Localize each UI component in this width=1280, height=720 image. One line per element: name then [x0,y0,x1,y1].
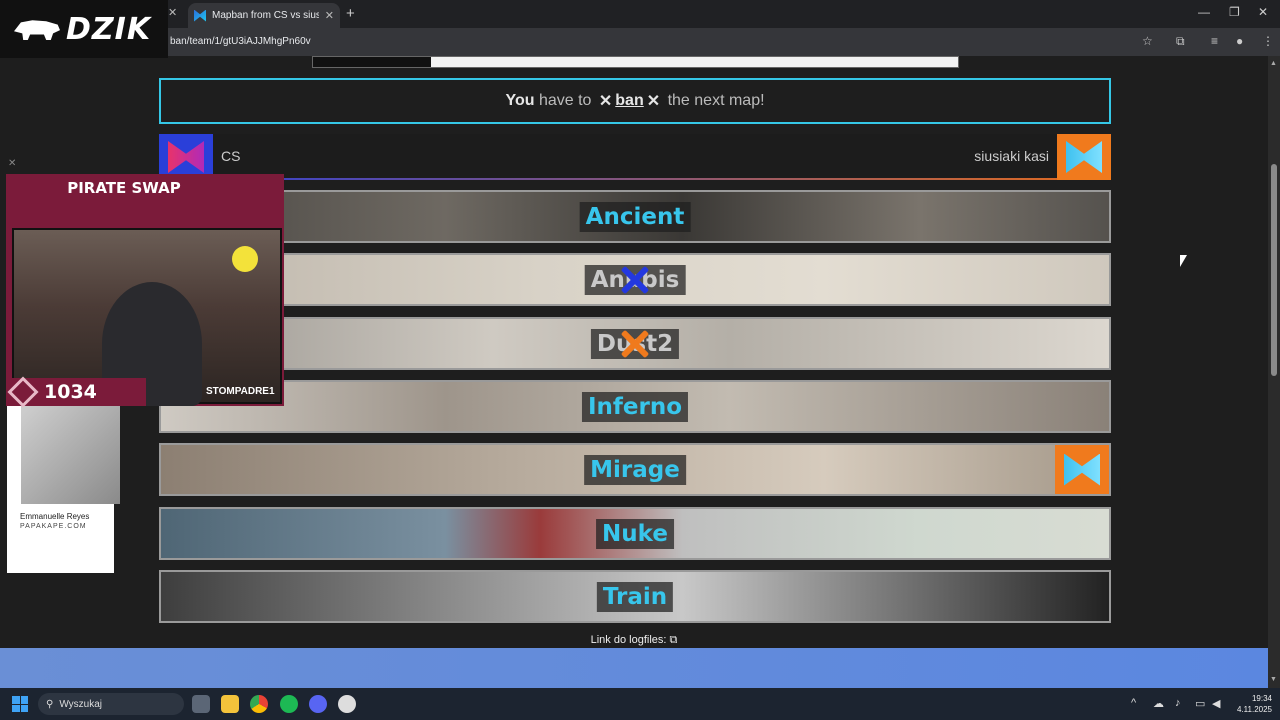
search-placeholder: Wyszukaj [59,698,103,710]
x-mark-icon: ✕ [598,93,613,110]
browser-tabbar: ✕ Mapban from CS vs siusiaki kasi ✕ + — … [0,0,1280,28]
new-tab-icon[interactable]: + [346,5,355,22]
minimize-icon[interactable]: — [1198,5,1210,19]
windows-taskbar: ⚲ Wyszukaj ^ ☁ ♪ ▭ ◀ 19:34 4.11.2025 [0,688,1280,720]
tab-title: Mapban from CS vs siusiaki kasi [212,10,319,21]
notice-action: ban [615,92,644,109]
boar-icon [14,20,60,40]
ad-card[interactable]: Emmanuelle Reyes PAPAKAPE.COM [7,406,120,573]
team-logo-icon [1066,141,1102,173]
teams-header: CS siusiaki kasi [159,134,1111,180]
map-name: Nuke [596,518,674,549]
ban-cross-icon [620,265,650,295]
extensions-icon[interactable]: ⧉ [1176,34,1185,49]
scroll-down-icon[interactable]: ▼ [1270,676,1277,683]
bookmark-star-icon[interactable]: ☆ [1142,34,1153,48]
team-left-name: CS [221,148,241,164]
taskbar-clock[interactable]: 19:34 4.11.2025 [1230,693,1272,715]
scrollbar-thumb[interactable] [1271,164,1277,376]
site-favicon-icon [194,9,206,22]
decoration-ball [232,246,258,272]
notice-have-to: have to [534,92,596,109]
mouse-cursor-icon [1180,255,1187,267]
close-icon[interactable]: ✕ [168,6,177,19]
counter-value: 1034 [44,381,97,403]
microphone-icon[interactable]: ♪ [1175,697,1181,709]
taskbar-search[interactable]: ⚲ Wyszukaj [38,693,184,715]
restore-icon[interactable]: ❐ [1229,5,1240,19]
cloud-icon[interactable]: ☁ [1153,697,1164,710]
tab-close-icon[interactable]: ✕ [325,9,334,22]
ad-site: PAPAKAPE.COM [20,523,87,530]
media-icon[interactable]: ≡ [1211,34,1218,48]
x-mark-icon: ✕ [646,93,661,110]
discord-icon[interactable] [309,695,327,713]
turn-notice: You have to ✕ ban ✕ the next map! [159,78,1111,124]
sponsor-logo: PIRATE SWAP [67,179,181,197]
page-scrollbar[interactable]: ▲ ▼ [1268,56,1280,688]
search-icon: ⚲ [46,698,54,710]
logfiles-link[interactable]: Link do logfiles: ⧉ [0,634,1268,647]
url-text[interactable]: ban/team/1/gtU3iAJJMhgPn60v [170,36,311,47]
map-row-inferno[interactable]: Inferno [159,380,1111,433]
profile-icon[interactable]: ● [1236,34,1243,48]
viewer-counter: 1034 [6,376,146,408]
map-row-train[interactable]: Train [159,570,1111,623]
spotify-icon[interactable] [280,695,298,713]
notice-rest: the next map! [663,92,765,109]
footer-band [0,648,1268,688]
map-row-ancient[interactable]: Ancient [159,190,1111,243]
team-logo-icon [168,141,204,173]
team-right-logo [1057,134,1111,180]
menu-icon[interactable]: ⋮ [1262,34,1274,48]
logfiles-label[interactable]: Link do logfiles: [591,634,667,646]
stream-logo: DZIK [0,0,168,58]
chrome-icon[interactable] [250,695,268,713]
notice-you: You [505,92,535,109]
network-icon[interactable]: ▭ [1195,697,1205,710]
steam-icon[interactable] [338,695,356,713]
map-row-anubis: Anubis [159,253,1111,306]
close-icon[interactable]: ✕ [8,158,16,169]
team-right-name: siusiaki kasi [974,148,1049,164]
volume-icon[interactable]: ◀ [1212,697,1220,710]
browser-tab[interactable]: Mapban from CS vs siusiaki kasi ✕ [188,3,340,28]
tray-chevron-icon[interactable]: ^ [1131,697,1136,709]
scroll-progress-strip [312,56,959,68]
map-name: Train [596,581,674,612]
map-name: Ancient [579,201,691,232]
task-view-icon[interactable] [192,695,210,713]
file-explorer-icon[interactable] [221,695,239,713]
window-close-icon[interactable]: ✕ [1258,5,1268,19]
clock-time: 19:34 [1251,694,1272,703]
ban-cross-icon [620,329,650,359]
address-bar[interactable]: ban/team/1/gtU3iAJJMhgPn60v ☆ ⧉ ≡ ● ⋮ [0,28,1280,56]
ad-photo [21,406,120,504]
ad-name: Emmanuelle Reyes [20,512,90,521]
team-logo-icon [1064,453,1100,486]
tiktok-handle: STOMPADRE1 [206,386,275,397]
brand-text: DZIK [66,11,152,47]
map-name: Mirage [584,454,686,485]
webcam-overlay: PIRATE SWAP 1034 STOMPADRE1 [6,174,284,408]
map-row-mirage: Mirage [159,443,1111,496]
map-row-nuke[interactable]: Nuke [159,507,1111,560]
diamond-icon [7,376,39,408]
picked-by-team-logo [1055,445,1109,494]
map-name: Inferno [581,391,689,422]
scroll-up-icon[interactable]: ▲ [1270,60,1277,67]
map-row-dust2: Dust2 [159,317,1111,370]
windows-start-icon[interactable] [12,696,28,712]
clock-date: 4.11.2025 [1237,705,1272,714]
external-link-icon[interactable]: ⧉ [670,634,678,646]
